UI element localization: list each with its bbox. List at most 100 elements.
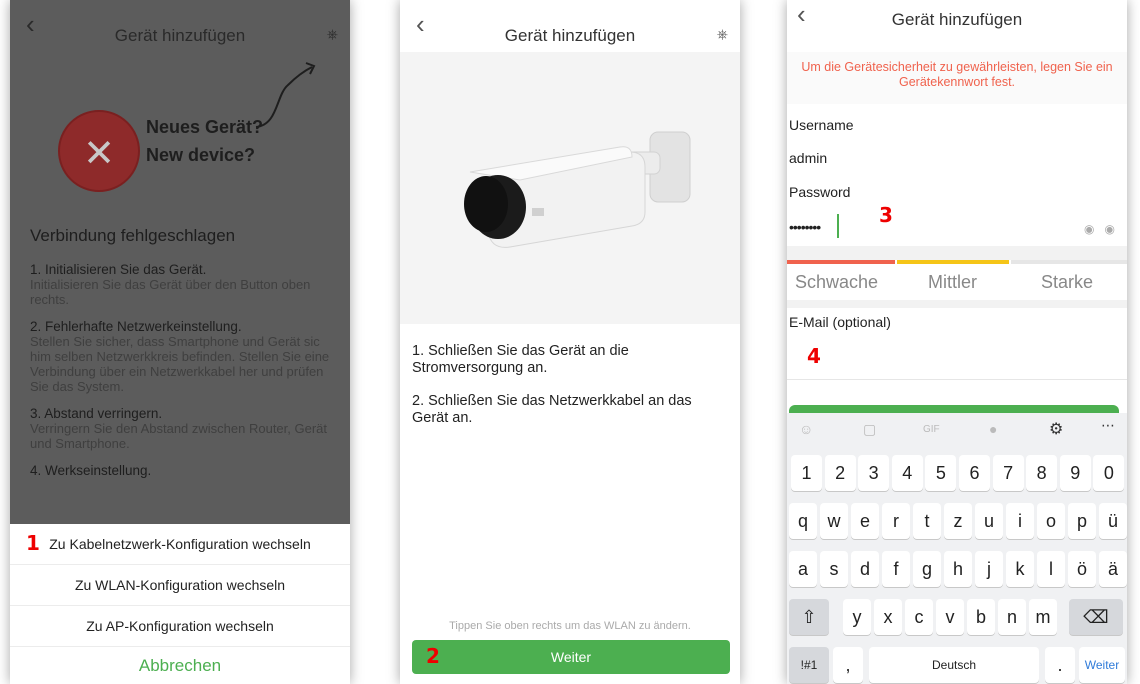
- step-title: 4. Werkseinstellung.: [30, 463, 152, 478]
- strength-weak-bar: [787, 260, 895, 264]
- strength-strong-label: Starke: [1041, 272, 1094, 292]
- step-marker: 1: [26, 531, 40, 555]
- emoji-icon[interactable]: ☺: [799, 421, 813, 437]
- key-m[interactable]: m: [1029, 599, 1057, 635]
- page-title: Gerät hinzufügen: [891, 10, 1023, 29]
- key-z[interactable]: z: [944, 503, 972, 539]
- instructions: 1. Schließen Sie das Gerät an die Stromv…: [412, 343, 722, 443]
- gear-icon[interactable]: ⚙: [1049, 419, 1063, 439]
- option-label: Zu Kabelnetzwerk-Konfiguration wechseln: [49, 536, 311, 552]
- key-3[interactable]: 3: [858, 455, 890, 491]
- enter-key[interactable]: Weiter: [1079, 647, 1125, 683]
- shift-icon[interactable]: ⇧: [789, 599, 829, 635]
- text-cursor: [837, 214, 839, 238]
- key-i[interactable]: i: [1006, 503, 1034, 539]
- clear-icon[interactable]: ◉: [1084, 222, 1094, 236]
- key-p[interactable]: p: [1068, 503, 1096, 539]
- key-f[interactable]: f: [882, 551, 910, 587]
- key-7[interactable]: 7: [992, 455, 1024, 491]
- key-n[interactable]: n: [998, 599, 1026, 635]
- key-1[interactable]: 1: [791, 455, 822, 491]
- microphone-icon[interactable]: ●: [989, 421, 997, 437]
- instruction-item: 1. Schließen Sie das Gerät an die Stromv…: [412, 343, 629, 376]
- space-key[interactable]: Deutsch: [869, 647, 1039, 683]
- plug-icon[interactable]: ⎈: [717, 26, 728, 43]
- switch-wlan-option[interactable]: Zu WLAN-Konfiguration wechseln: [10, 565, 350, 606]
- screen-connection-failed: ‹ Gerät hinzufügen ⎈ ✕ Neues Gerät? New …: [10, 0, 350, 684]
- page-title: Gerät hinzufügen: [114, 26, 246, 45]
- cancel-button[interactable]: Abbrechen: [10, 647, 350, 684]
- option-label: Zu WLAN-Konfiguration wechseln: [74, 577, 286, 593]
- eye-icon[interactable]: ◉: [1105, 222, 1115, 236]
- step-desc: Verringern Sie den Abstand zwischen Rout…: [30, 421, 328, 451]
- key-v[interactable]: v: [936, 599, 964, 635]
- key-a[interactable]: a: [789, 551, 817, 587]
- key-e[interactable]: e: [851, 503, 879, 539]
- key-c[interactable]: c: [905, 599, 933, 635]
- soft-keyboard: ☺ ▢ GIF ● ⚙ ⋯ 1234567890 qwertzuiopü asdfg…: [787, 413, 1127, 684]
- key-5[interactable]: 5: [925, 455, 957, 491]
- sticker-icon[interactable]: ▢: [863, 421, 876, 438]
- security-warning: Um die Gerätesicherheit zu gewährleisten…: [787, 52, 1127, 104]
- keyboard-toolbar: ☺ ▢ GIF ● ⚙ ⋯: [787, 413, 1127, 449]
- key-q[interactable]: q: [789, 503, 817, 539]
- key-2[interactable]: 2: [824, 455, 856, 491]
- key-d[interactable]: d: [851, 551, 879, 587]
- next-button[interactable]: 2 Weiter: [412, 640, 730, 674]
- key-9[interactable]: 9: [1059, 455, 1091, 491]
- step-title: 1. Initialisieren Sie das Gerät.: [30, 262, 207, 277]
- key-w[interactable]: w: [820, 503, 848, 539]
- key-u[interactable]: u: [975, 503, 1003, 539]
- new-device-en: New device?: [146, 145, 256, 165]
- step-marker: 2: [426, 644, 440, 668]
- key-y[interactable]: y: [843, 599, 871, 635]
- plug-icon[interactable]: ⎈: [327, 26, 338, 43]
- strength-strong-bar: [1011, 260, 1127, 264]
- strength-medium-label: Mittler: [928, 272, 977, 292]
- gif-icon[interactable]: GIF: [923, 424, 940, 435]
- key-ü[interactable]: ü: [1099, 503, 1127, 539]
- password-value: ••••••••: [789, 219, 821, 235]
- backspace-icon[interactable]: ⌫: [1069, 599, 1123, 635]
- key-k[interactable]: k: [1006, 551, 1034, 587]
- password-label: Password: [789, 184, 851, 200]
- divider: [787, 246, 1127, 260]
- key-8[interactable]: 8: [1026, 455, 1058, 491]
- step-desc: Initialisieren Sie das Gerät über den Bu…: [30, 277, 311, 307]
- key-ö[interactable]: ö: [1068, 551, 1096, 587]
- next-button-label: Weiter: [550, 649, 592, 665]
- switch-ap-option[interactable]: Zu AP-Konfiguration wechseln: [10, 606, 350, 647]
- key-t[interactable]: t: [913, 503, 941, 539]
- switch-wired-option[interactable]: 1 Zu Kabelnetzwerk-Konfiguration wechsel…: [10, 524, 350, 565]
- symbols-key[interactable]: !#1: [789, 647, 829, 683]
- step-marker: 3: [879, 203, 893, 227]
- header: ‹ Gerät hinzufügen: [787, 0, 1127, 40]
- key-0[interactable]: 0: [1093, 455, 1125, 491]
- new-device-de: Neues Gerät?: [146, 117, 264, 137]
- wlan-tip: Tippen Sie oben rechts um das WLAN zu än…: [449, 620, 691, 632]
- period-key[interactable]: .: [1045, 647, 1075, 683]
- key-b[interactable]: b: [967, 599, 995, 635]
- key-6[interactable]: 6: [959, 455, 990, 491]
- key-4[interactable]: 4: [891, 455, 923, 491]
- key-ä[interactable]: ä: [1099, 551, 1127, 587]
- key-g[interactable]: g: [913, 551, 941, 587]
- page-title: Gerät hinzufügen: [504, 26, 636, 45]
- key-r[interactable]: r: [882, 503, 910, 539]
- step-marker: 4: [807, 344, 821, 368]
- strength-meter: [787, 260, 1127, 264]
- option-label: Zu AP-Konfiguration wechseln: [86, 618, 274, 634]
- comma-key[interactable]: ,: [833, 647, 863, 683]
- failure-title: Verbindung fehlgeschlagen: [30, 226, 236, 245]
- camera-image-area: [400, 52, 740, 324]
- key-h[interactable]: h: [944, 551, 972, 587]
- key-o[interactable]: o: [1037, 503, 1065, 539]
- key-j[interactable]: j: [975, 551, 1003, 587]
- key-s[interactable]: s: [820, 551, 848, 587]
- email-label: E-Mail (optional): [789, 314, 891, 330]
- more-icon[interactable]: ⋯: [1101, 417, 1115, 434]
- key-l[interactable]: l: [1037, 551, 1065, 587]
- email-field[interactable]: E-Mail (optional) 4: [787, 308, 1127, 380]
- username-field[interactable]: admin: [789, 150, 827, 166]
- key-x[interactable]: x: [874, 599, 902, 635]
